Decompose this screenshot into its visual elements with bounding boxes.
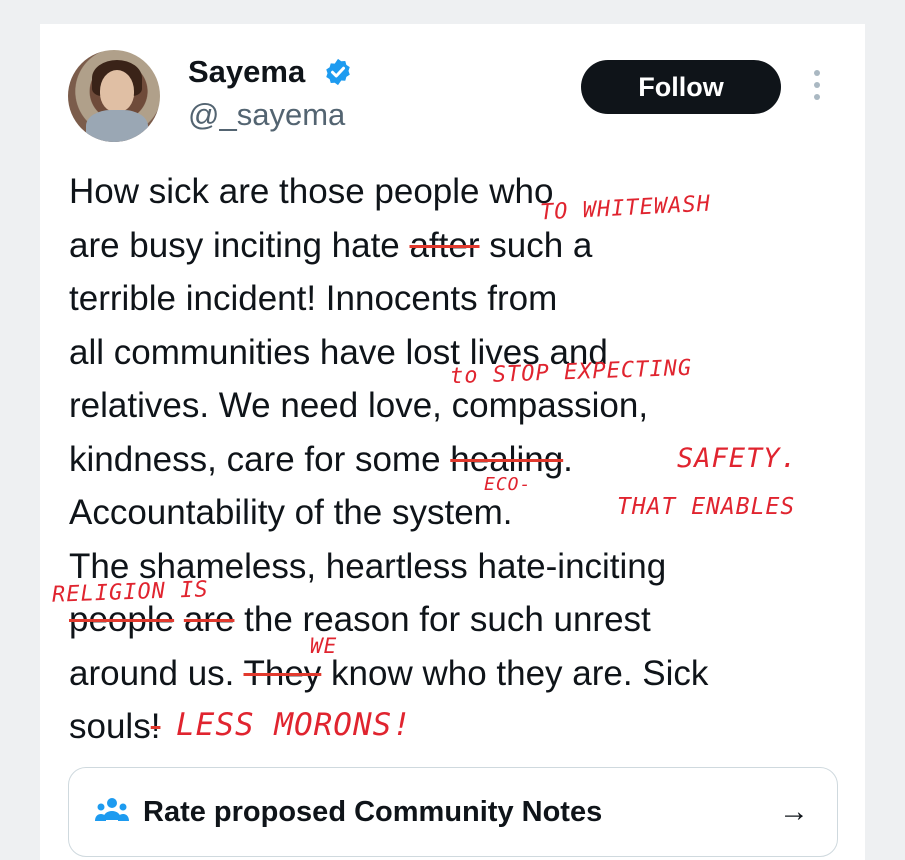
struck-word: are — [183, 600, 235, 639]
community-notes-label: Rate proposed Community Notes — [143, 796, 603, 828]
tweet-segment: souls — [69, 707, 151, 746]
tweet-line: terrible incident! Innocents from — [69, 279, 558, 318]
tweet-segment: around us. — [69, 653, 244, 693]
annotation-we: WE — [310, 634, 338, 658]
tweet-segment: . — [563, 439, 573, 479]
tweet-segment: are busy inciting hate — [69, 225, 410, 265]
struck-word: They — [243, 653, 322, 693]
display-name[interactable]: Sayema — [188, 52, 305, 92]
annotation-eco: ECO- — [484, 474, 532, 495]
tweet-line: around us. They know who they are. Sick — [69, 647, 859, 701]
tweet-line: are busy inciting hate after such a — [69, 219, 859, 273]
tweet-segment: kindness, care for some — [69, 439, 451, 479]
struck-word: after — [409, 225, 480, 265]
arrow-right-icon: → — [779, 795, 809, 828]
struck-word: ! — [150, 707, 161, 746]
annotation-less-morons: LESS MORONS! — [176, 707, 412, 743]
tweet-segment: the reason for such unrest — [234, 600, 651, 639]
more-options-icon[interactable] — [810, 70, 824, 106]
verified-badge-icon — [326, 58, 350, 86]
annotation-that-enables: THAT ENABLES — [617, 494, 796, 520]
tweet-segment: such a — [479, 225, 593, 265]
follow-button[interactable]: Follow — [581, 60, 781, 114]
tweet-line: How sick are those people who — [69, 172, 554, 211]
struck-word: healing — [450, 439, 564, 479]
avatar[interactable] — [68, 50, 160, 142]
community-notes-icon — [95, 798, 129, 821]
tweet-segment — [174, 600, 184, 639]
tweet-segment: know who they are. Sick — [321, 653, 709, 693]
user-handle[interactable]: @_sayema — [188, 95, 345, 135]
rate-community-notes-button[interactable]: Rate proposed Community Notes → — [68, 767, 838, 857]
annotation-safety: SAFETY. — [677, 443, 798, 474]
